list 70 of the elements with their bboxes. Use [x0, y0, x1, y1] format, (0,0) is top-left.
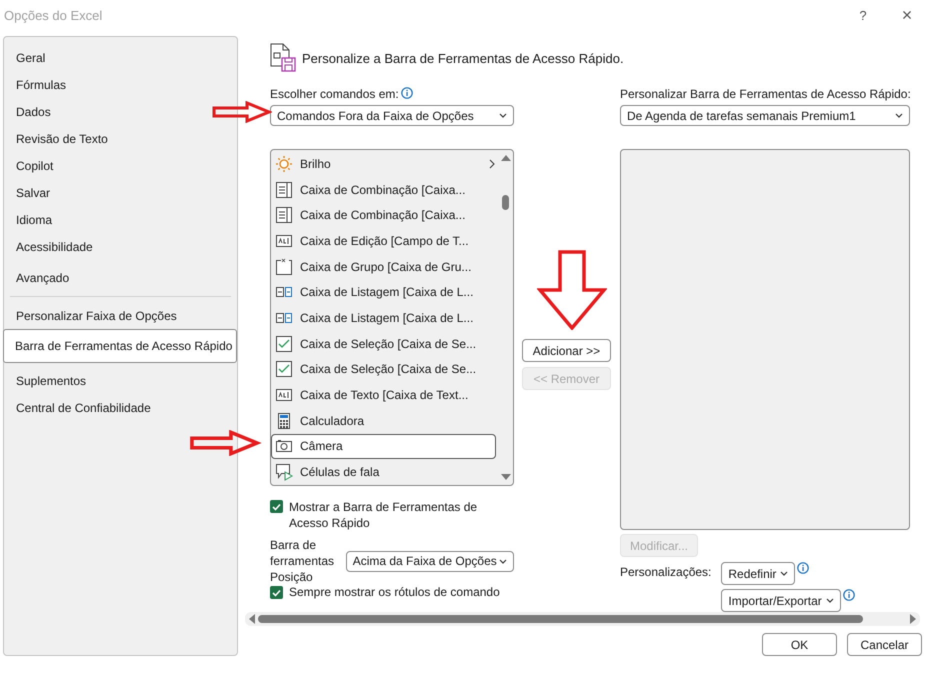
reset-button[interactable]: Redefinir	[721, 562, 796, 585]
chevron-down-icon	[895, 113, 903, 118]
command-item[interactable]: Câmera	[271, 434, 496, 460]
help-button[interactable]: ?	[841, 0, 885, 30]
scrollbar-thumb[interactable]	[502, 195, 509, 210]
scroll-up-icon[interactable]	[500, 154, 510, 161]
command-item[interactable]: Caixa de Edição [Campo de T...	[271, 228, 496, 254]
toolbar-dropdown[interactable]: De Agenda de tarefas semanais Premium1	[620, 105, 910, 126]
info-icon	[797, 562, 810, 574]
sidebar-item[interactable]: Revisão de Texto	[4, 125, 237, 152]
checkbox-icon	[275, 360, 293, 378]
command-item[interactable]: Caixa de Seleção [Caixa de Se...	[271, 356, 496, 382]
field-label: Personalizar Barra de Ferramentas de Acesso Rápido:	[620, 87, 911, 101]
sidebar-item[interactable]: Central de Confiabilidade	[4, 394, 237, 421]
chevron-down-icon	[780, 571, 788, 576]
calculator-icon	[275, 412, 293, 430]
command-item[interactable]: Células de fala	[271, 459, 496, 485]
add-button[interactable]: Adicionar >>	[522, 339, 611, 362]
info-icon	[842, 589, 855, 601]
scroll-right-icon[interactable]	[910, 614, 917, 624]
command-item[interactable]: Caixa de Listagem [Caixa de L...	[271, 279, 496, 306]
close-button[interactable]: ×	[885, 0, 929, 30]
sidebar-item[interactable]: Barra de Ferramentas de Acesso Rápido	[3, 329, 237, 363]
chevron-down-icon	[499, 558, 507, 564]
commands-dropdown[interactable]: Comandos Fora da Faixa de Opções	[270, 105, 514, 126]
scroll-down-icon[interactable]	[500, 474, 510, 481]
cancel-button[interactable]: Cancelar	[847, 633, 922, 656]
command-item[interactable]: Caixa de Combinação [Caixa...	[271, 202, 496, 228]
sidebar-item[interactable]: Salvar	[4, 179, 237, 206]
position-dropdown[interactable]: Acima da Faixa de Opções	[346, 550, 514, 572]
sidebar-item[interactable]: Personalizar Faixa de Opções	[4, 302, 237, 329]
checkbox[interactable]	[270, 500, 283, 513]
command-item[interactable]: Caixa de Seleção [Caixa de Se...	[271, 330, 496, 356]
horizontal-scrollbar[interactable]	[245, 612, 920, 626]
combo-box-icon	[275, 206, 293, 224]
group-box-icon	[275, 258, 293, 276]
sidebar-item[interactable]: Fórmulas	[4, 71, 237, 98]
command-item[interactable]: Caixa de Texto [Caixa de Text...	[271, 382, 496, 408]
sidebar-item[interactable]: Acessibilidade	[4, 233, 237, 260]
checkbox-label: Mostrar a Barra de Ferramentas de Acesso Rápido	[289, 499, 478, 531]
sidebar-item[interactable]: Geral	[4, 44, 237, 71]
sidebar-item[interactable]: Avançado	[4, 264, 237, 291]
chevron-down-icon	[499, 113, 507, 118]
checkbox-icon	[275, 334, 293, 353]
sidebar-item[interactable]: Suplementos	[4, 367, 237, 394]
info-icon	[400, 87, 413, 99]
checkbox[interactable]	[270, 586, 283, 599]
sun-icon	[275, 154, 293, 173]
command-item[interactable]: Brilho	[271, 151, 496, 177]
sidebar-item[interactable]: Copilot	[4, 152, 237, 179]
import-export-button[interactable]: Importar/Exportar	[721, 589, 841, 612]
command-item[interactable]: Calculadora	[271, 408, 496, 434]
sidebar-item[interactable]: Dados	[4, 98, 237, 125]
position-label: Barra de ferramentas Posição	[270, 537, 336, 585]
toolbar-document-icon	[270, 43, 298, 73]
window-title: Opções do Excel	[4, 8, 104, 22]
command-item[interactable]: Caixa de Listagem [Caixa de L...	[271, 305, 496, 331]
scroll-left-icon[interactable]	[248, 614, 255, 624]
page-heading: Personalize a Barra de Ferramentas de Acesso Rápido.	[302, 50, 624, 66]
checkbox-label: Sempre mostrar os rótulos de comando	[289, 585, 500, 599]
ok-button[interactable]: OK	[762, 633, 837, 656]
sidebar-item[interactable]: Idioma	[4, 206, 237, 233]
chevron-down-icon	[826, 598, 834, 603]
command-item[interactable]: Caixa de Grupo [Caixa de Gru...	[271, 254, 496, 280]
customizations-label: Personalizações:	[620, 565, 712, 579]
field-label: Escolher comandos em:	[270, 87, 399, 101]
annotation-arrow	[212, 101, 272, 123]
command-item[interactable]: Caixa de Combinação [Caixa...	[271, 176, 496, 202]
combo-box-icon	[275, 180, 293, 199]
speech-bubble-icon	[275, 463, 293, 482]
